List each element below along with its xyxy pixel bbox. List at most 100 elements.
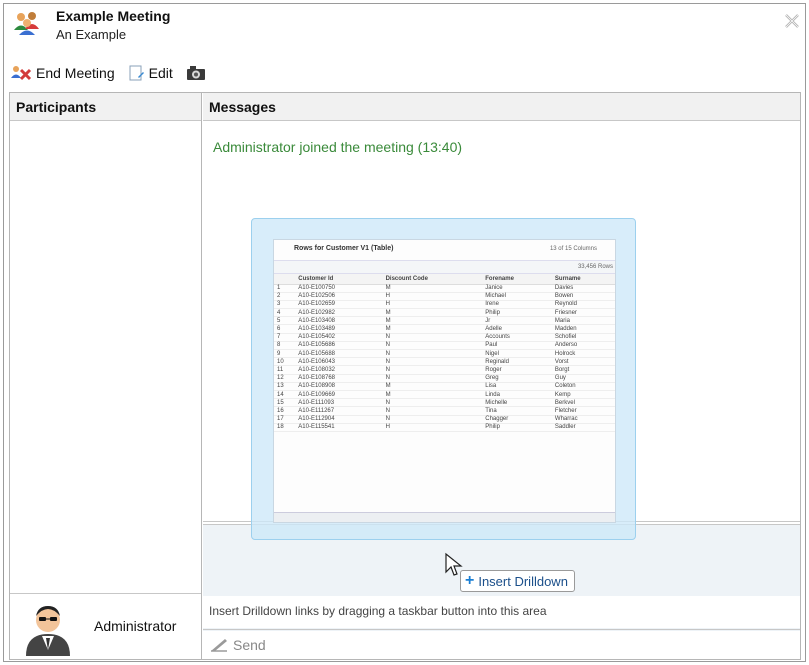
edit-button[interactable]: Edit <box>127 64 173 82</box>
people-icon <box>14 12 39 35</box>
preview-table-cell: N <box>382 349 483 359</box>
preview-table-cell: 17 <box>274 415 296 424</box>
preview-table-cell: Berkvel <box>551 398 615 408</box>
preview-table-cell: A10-E108908 <box>295 382 383 391</box>
preview-table-cell: Michelle <box>482 398 552 408</box>
preview-table-row: 3 A10-E102659 H Irene Reynold <box>274 300 615 310</box>
preview-table-cell: Saddler <box>551 423 615 432</box>
close-icon[interactable] <box>783 12 801 30</box>
end-meeting-button[interactable]: End Meeting <box>10 64 115 82</box>
preview-table-cell: 16 <box>274 406 296 416</box>
preview-table-cell: 4 <box>274 308 296 318</box>
preview-table-cell: A10-E102982 <box>295 308 383 318</box>
preview-table-cell: N <box>382 374 483 383</box>
preview-table-row: 4 A10-E102982 M Philip Friesner <box>274 308 615 318</box>
preview-table-cell: Philip <box>482 423 552 432</box>
preview-table-row: 16 A10-E111267 N Tina Fletcher <box>274 406 615 416</box>
edit-label: Edit <box>148 65 173 81</box>
preview-toolbar: 33,456 Rows <box>274 260 615 274</box>
meeting-title: Example Meeting <box>56 8 171 24</box>
preview-table-row: 6 A10-E103489 M Adelle Madden <box>274 324 615 334</box>
preview-table-row: 1 A10-E100750 M Janice Davies <box>274 284 615 293</box>
preview-table-cell: A10-E105688 <box>295 349 383 359</box>
preview-table-cell: Bowen <box>551 292 615 301</box>
preview-table-row: 13 A10-E108908 M Lisa Coleton <box>274 382 615 391</box>
preview-table-cell: 10 <box>274 357 296 367</box>
edit-icon <box>129 65 144 81</box>
preview-table-cell: Roger <box>482 365 552 375</box>
preview-col-header: Customer Id <box>295 274 383 285</box>
preview-title-bar: Rows for Customer V1 (Table) 13 of 15 Co… <box>274 240 615 260</box>
preview-table-cell: Janice <box>482 284 552 293</box>
preview-table-cell: Linda <box>482 390 552 400</box>
preview-table-cell: 5 <box>274 316 296 326</box>
preview-table-cell: Wharrac <box>551 415 615 424</box>
preview-table-cell: A10-E112904 <box>295 415 383 424</box>
preview-table-cell: M <box>382 382 483 391</box>
snapshot-button[interactable] <box>185 64 211 82</box>
meeting-header: Example Meeting An Example End Meeting E… <box>4 4 805 92</box>
preview-table-cell: A10-E102659 <box>295 300 383 310</box>
preview-table-cell: Chagger <box>482 415 552 424</box>
preview-col-header: Forename <box>482 274 552 285</box>
preview-table-cell: 15 <box>274 398 296 408</box>
preview-table-cell: Philip <box>482 308 552 318</box>
participant-item[interactable]: Administrator <box>10 593 201 659</box>
messages-header: Messages <box>203 93 800 121</box>
preview-table-cell: Irene <box>482 300 552 310</box>
preview-table-row: 12 A10-E108768 N Greg Guy <box>274 374 615 383</box>
preview-table: Customer Id Discount Code Forename Surna… <box>274 274 615 432</box>
preview-scrollbar <box>274 512 615 522</box>
send-icon <box>211 638 227 652</box>
preview-table-cell: 8 <box>274 341 296 351</box>
preview-table-row: 18 A10-E115541 H Philip Saddler <box>274 423 615 432</box>
preview-table-cell: Greg <box>482 374 552 383</box>
preview-table-cell: M <box>382 316 483 326</box>
preview-table-cell: Schofiel <box>551 333 615 342</box>
preview-table-cell: H <box>382 423 483 432</box>
preview-table-cell: N <box>382 365 483 375</box>
preview-table-cell: 1 <box>274 284 296 293</box>
preview-table-cell: 14 <box>274 390 296 400</box>
drag-preview: Rows for Customer V1 (Table) 13 of 15 Co… <box>251 218 636 540</box>
preview-table-cell: Adelle <box>482 324 552 334</box>
preview-table-cell: 2 <box>274 292 296 301</box>
meeting-window: Example Meeting An Example End Meeting E… <box>3 3 806 662</box>
send-button[interactable]: Send <box>203 629 800 659</box>
preview-table-row: 11 A10-E108032 N Roger Borgt <box>274 365 615 375</box>
camera-icon <box>186 66 205 80</box>
preview-table-cell: A10-E108768 <box>295 374 383 383</box>
preview-table-cell: Reginald <box>482 357 552 367</box>
send-label: Send <box>233 636 266 653</box>
preview-table-cell: Davies <box>551 284 615 293</box>
preview-table-cell: A10-E106043 <box>295 357 383 367</box>
preview-table-cell: Friesner <box>551 308 615 318</box>
insert-drilldown-tooltip: + Insert Drilldown <box>460 570 575 592</box>
preview-table-row: 2 A10-E102506 H Michael Bowen <box>274 292 615 301</box>
preview-table-row: 8 A10-E105686 N Paul Anderso <box>274 341 615 351</box>
preview-table-cell: Borgt <box>551 365 615 375</box>
preview-table-cell: A10-E115541 <box>295 423 383 432</box>
preview-table-cell: N <box>382 341 483 351</box>
preview-table-cell: 7 <box>274 333 296 342</box>
preview-title: Rows for Customer V1 (Table) <box>294 245 394 252</box>
preview-table-cell: A10-E108032 <box>295 365 383 375</box>
meeting-toolbar: End Meeting Edit <box>10 60 223 86</box>
preview-table-cell: A10-E100750 <box>295 284 383 293</box>
plus-icon: + <box>465 572 475 589</box>
participants-header: Participants <box>10 93 201 121</box>
preview-table-cell: Guy <box>551 374 615 383</box>
preview-table-cell: M <box>382 390 483 400</box>
preview-col-header: Surname <box>551 274 615 285</box>
preview-table-row: 7 A10-E105402 N Accounts Schofiel <box>274 333 615 342</box>
insert-drilldown-label: Insert Drilldown <box>478 573 568 589</box>
preview-table-cell: Vorst <box>551 357 615 367</box>
preview-table-row: 14 A10-E109669 M Linda Kemp <box>274 390 615 400</box>
preview-table-row: 17 A10-E112904 N Chagger Wharrac <box>274 415 615 424</box>
preview-col-header <box>274 274 296 285</box>
preview-table-cell: A10-E105402 <box>295 333 383 342</box>
meeting-subtitle: An Example <box>56 27 127 42</box>
preview-table-body: 1 A10-E100750 M Janice Davies 2 A10-E102506 H Mi… <box>274 284 615 432</box>
preview-table-cell: N <box>382 406 483 416</box>
preview-col-header: Discount Code <box>382 274 483 285</box>
